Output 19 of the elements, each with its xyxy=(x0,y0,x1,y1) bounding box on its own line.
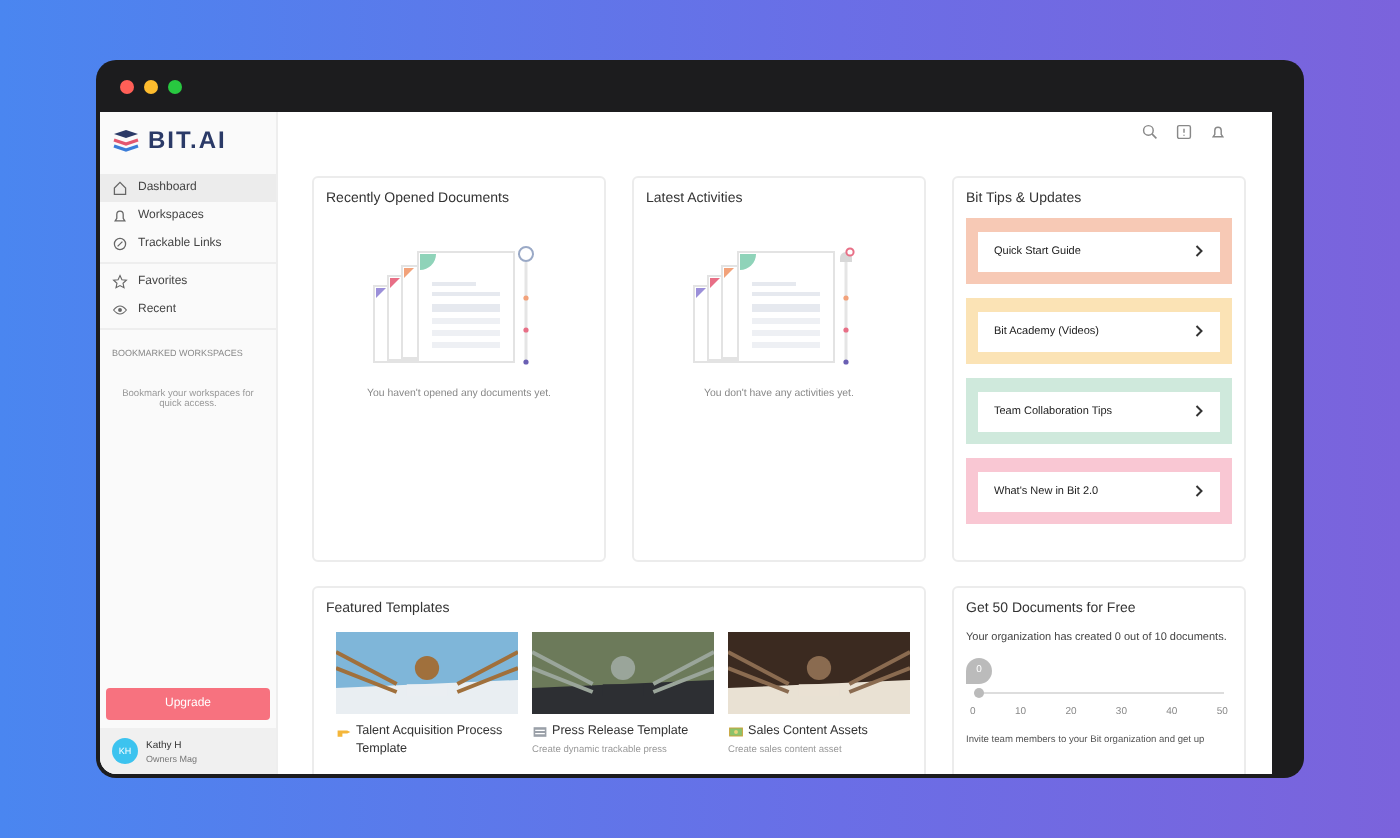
help-icon[interactable] xyxy=(1176,124,1192,140)
chevron-icon xyxy=(1194,244,1204,258)
chevron-icon xyxy=(1194,484,1204,498)
window-control[interactable] xyxy=(120,79,134,93)
money-icon xyxy=(728,724,744,740)
search-icon[interactable] xyxy=(1142,124,1158,140)
progress-thumb[interactable] xyxy=(974,687,984,698)
chevron-icon xyxy=(1194,404,1204,418)
window-control[interactable] xyxy=(144,79,158,93)
bell-icon xyxy=(112,208,128,224)
logo-icon xyxy=(112,128,140,152)
home-icon xyxy=(112,180,128,196)
star-icon xyxy=(112,274,128,290)
newspaper-icon xyxy=(532,724,548,740)
bell-icon[interactable] xyxy=(1210,124,1226,140)
window-control[interactable] xyxy=(168,79,182,93)
chevron-icon xyxy=(1194,324,1204,338)
logo-text: BIT.AI xyxy=(148,126,227,154)
eye-icon xyxy=(112,302,128,318)
